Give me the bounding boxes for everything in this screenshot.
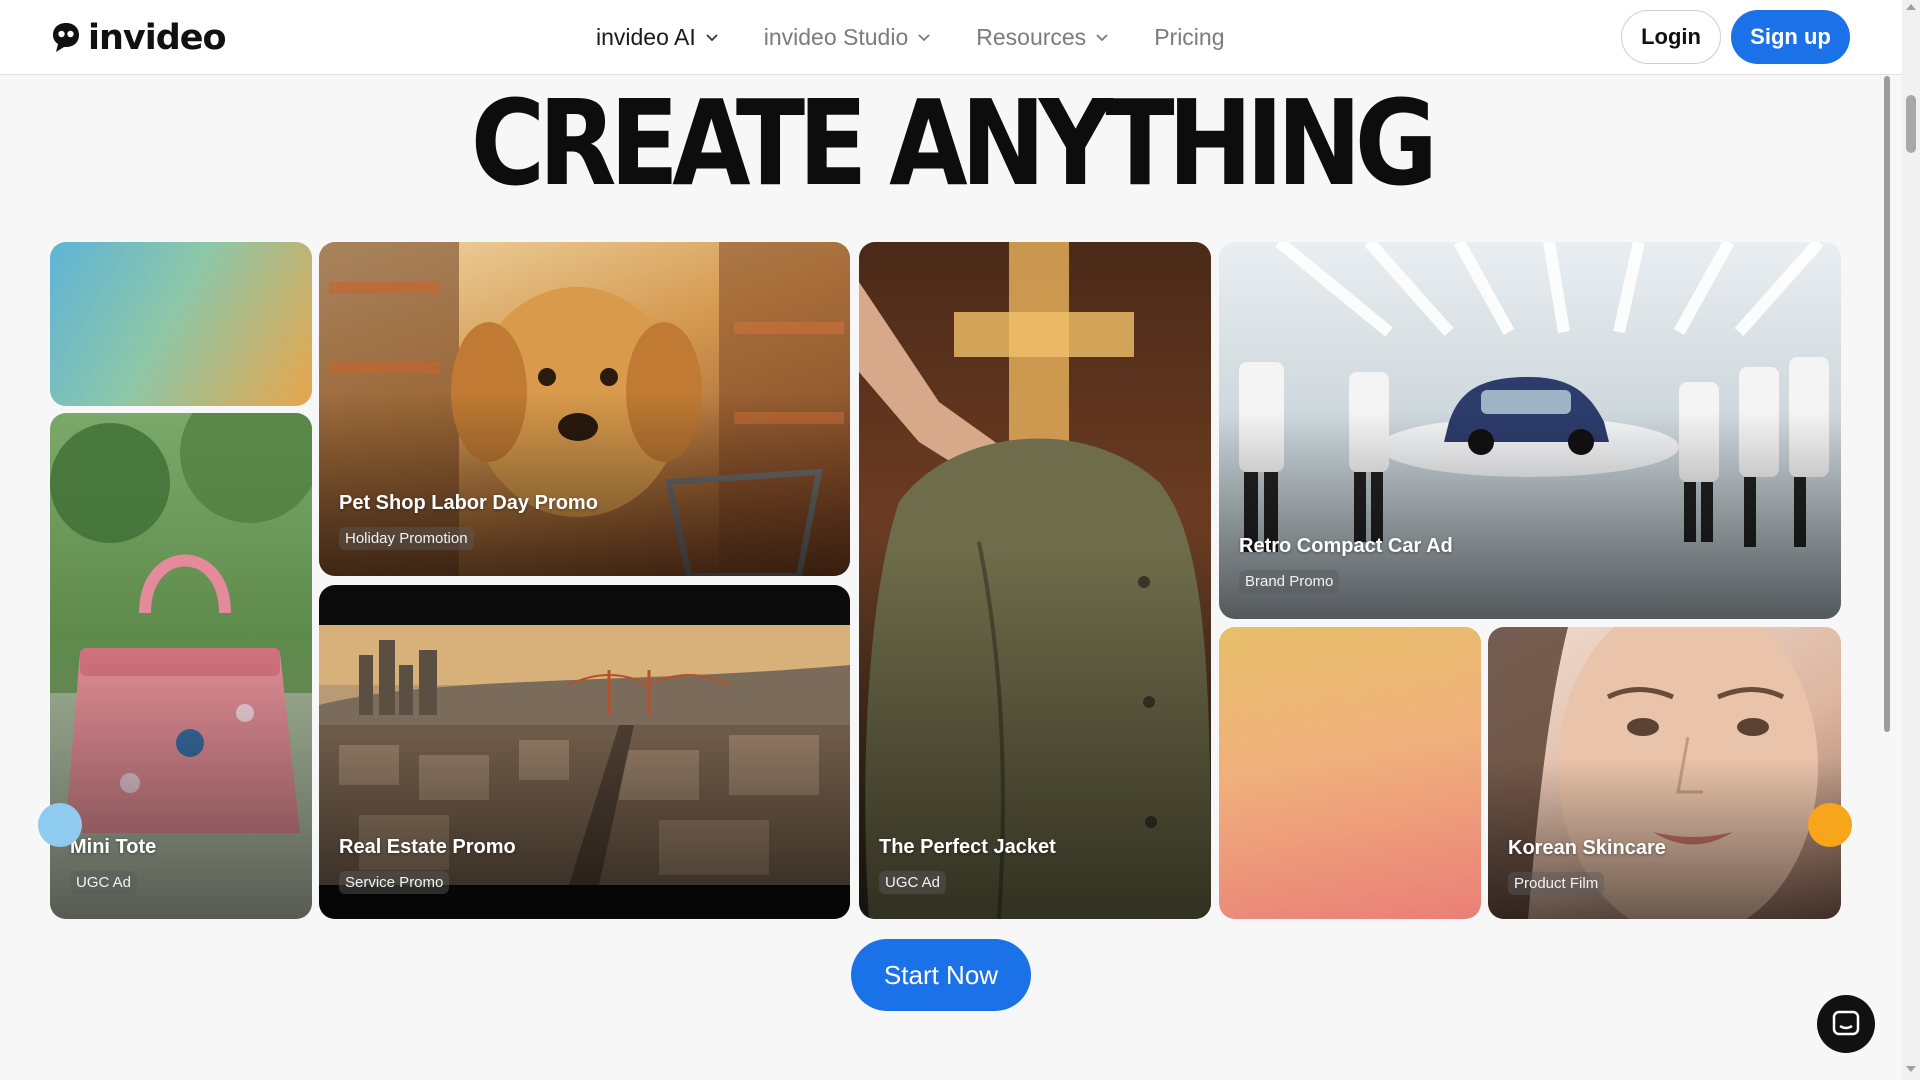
video-card-jacket[interactable]: The Perfect Jacket UGC Ad xyxy=(859,242,1211,919)
card-shade xyxy=(859,546,1211,919)
start-now-button[interactable]: Start Now xyxy=(851,939,1031,1011)
carousel-dot-left[interactable] xyxy=(38,803,82,847)
nav-pricing[interactable]: Pricing xyxy=(1154,24,1224,51)
card-tag: Service Promo xyxy=(339,871,450,894)
login-button[interactable]: Login xyxy=(1621,10,1721,64)
scroll-thumb[interactable] xyxy=(1906,95,1916,153)
face-logo-icon xyxy=(53,23,79,52)
nav-label: invideo AI xyxy=(596,24,696,50)
window-scrollbar[interactable] xyxy=(1902,0,1920,1080)
nav-resources[interactable]: Resources xyxy=(976,24,1108,51)
card-title: The Perfect Jacket xyxy=(879,836,1056,858)
chevron-down-icon xyxy=(706,33,718,41)
content-scroll-thumb[interactable] xyxy=(1884,76,1890,732)
signup-button[interactable]: Sign up xyxy=(1731,10,1850,64)
nav-label: invideo Studio xyxy=(763,24,909,50)
card-title: Retro Compact Car Ad xyxy=(1239,535,1453,557)
scroll-up-icon[interactable] xyxy=(1906,4,1916,10)
gradient-card[interactable] xyxy=(1219,627,1481,919)
video-card-mini-tote[interactable]: Mini Tote UGC Ad xyxy=(50,413,312,919)
content-scrollbar[interactable] xyxy=(1883,76,1891,732)
main-nav: invideo AI invideo Studio Resources Pric… xyxy=(596,0,1271,75)
chat-bubble-icon xyxy=(1832,1010,1860,1036)
nav-invideo-studio[interactable]: invideo Studio xyxy=(764,24,931,51)
card-tag: Product Film xyxy=(1508,872,1605,895)
nav-label: Resources xyxy=(976,24,1087,50)
card-tag: Holiday Promotion xyxy=(339,527,474,550)
nav-label: Pricing xyxy=(1154,24,1225,50)
card-title: Korean Skincare xyxy=(1508,837,1666,859)
chevron-down-icon xyxy=(1096,33,1108,41)
video-card-pet-shop[interactable]: Pet Shop Labor Day Promo Holiday Promoti… xyxy=(319,242,850,576)
gradient-card[interactable] xyxy=(50,242,312,406)
card-title: Mini Tote xyxy=(70,836,157,858)
brand-name: invideo xyxy=(88,18,227,58)
chat-launcher[interactable] xyxy=(1817,995,1875,1053)
nav-invideo-ai[interactable]: invideo AI xyxy=(596,24,718,51)
video-card-korean-skincare[interactable]: Korean Skincare Product Film xyxy=(1488,627,1841,919)
card-tag: UGC Ad xyxy=(879,871,947,894)
video-card-real-estate[interactable]: Real Estate Promo Service Promo xyxy=(319,585,850,919)
hero-headline: CREATE ANYTHING xyxy=(470,74,1438,212)
carousel-dot-right[interactable] xyxy=(1808,803,1852,847)
video-card-car[interactable]: Retro Compact Car Ad Brand Promo xyxy=(1219,242,1841,619)
card-tag: UGC Ad xyxy=(70,871,138,894)
chevron-down-icon xyxy=(918,33,930,41)
scroll-down-icon[interactable] xyxy=(1906,1066,1916,1072)
card-title: Pet Shop Labor Day Promo xyxy=(339,492,598,514)
brand-logo[interactable]: invideo xyxy=(50,18,227,58)
card-tag: Brand Promo xyxy=(1239,570,1340,593)
card-title: Real Estate Promo xyxy=(339,836,516,858)
top-navbar: invideo invideo AI invideo Studio Resour… xyxy=(0,0,1902,75)
